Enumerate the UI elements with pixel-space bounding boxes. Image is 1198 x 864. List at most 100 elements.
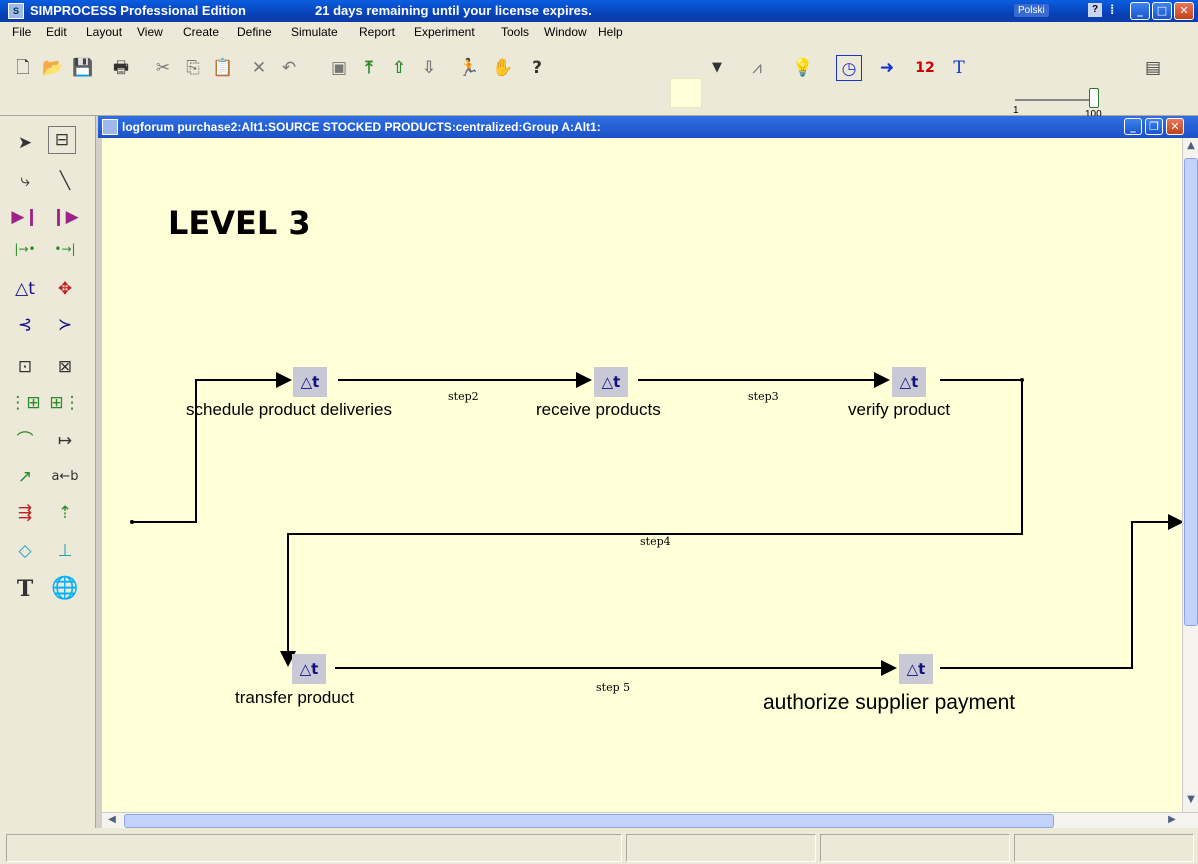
assemble-icon[interactable]: ⋮⊞ [8,388,42,418]
menu-report[interactable]: Report [359,25,395,39]
menu-window[interactable]: Window [544,25,587,39]
layout-icon[interactable]: ⊟ [48,126,76,154]
vertical-scroll-thumb[interactable] [1184,158,1198,626]
transform-icon[interactable]: ⌒ [8,426,42,456]
scroll-right-icon[interactable]: ▶ [1164,814,1180,828]
tool-palette: ➤ ⊟ ⤷ ╲ ▶❙ ❙▶ |→• •→| △t ✥ ⊰ ≻ ⊡ ⊠ ⋮⊞ ⊞⋮… [0,116,96,828]
speed-slider-min: 1 [1013,105,1019,116]
batch-icon[interactable]: ⇶ [8,498,42,528]
transfer-icon[interactable]: ↦ [48,426,82,456]
activity-label: verify product [848,400,951,419]
entry-icon[interactable]: |→• [8,234,42,264]
move-up-icon[interactable]: ⇧ [386,55,412,81]
horizontal-scroll-thumb[interactable] [124,814,1054,828]
activity-node[interactable]: △t [293,367,327,397]
chart-icon[interactable]: ⩘ [744,55,770,81]
branch-decision-icon[interactable]: ◇ [8,536,42,566]
speed-slider-knob[interactable] [1089,88,1099,108]
move-down-icon[interactable]: ⇩ [416,55,442,81]
activity-node[interactable]: △t [594,367,628,397]
menu-file[interactable]: File [12,25,31,39]
pointer-icon[interactable]: ➤ [8,128,42,158]
merge-icon[interactable]: ≻ [48,310,82,340]
unbatch-icon[interactable]: ⇡ [48,498,82,528]
activity-node[interactable]: △t [892,367,926,397]
connector-curve-icon[interactable]: ⤷ [8,166,42,196]
dropdown-arrow-icon[interactable]: ▼ [704,55,730,81]
text-style-icon[interactable]: T [946,55,972,81]
properties-icon[interactable]: ▣ [326,55,352,81]
activity-icon[interactable]: △t [8,274,42,304]
document-titlebar: logforum purchase2:Alt1:SOURCE STOCKED P… [98,116,1198,138]
menu-experiment[interactable]: Experiment [414,25,475,39]
level-title: LEVEL 3 [168,204,311,242]
doc-minimize-button[interactable]: _ [1124,118,1142,135]
exit-icon[interactable]: •→| [48,234,82,264]
speed-icon[interactable]: ➜ [874,55,900,81]
resource-free-icon[interactable]: ⊠ [48,352,82,382]
clock-icon[interactable]: ◷ [836,55,862,81]
menu-create[interactable]: Create [183,25,219,39]
doc-restore-button[interactable]: ❐ [1145,118,1163,135]
globe-icon[interactable]: 🌐 [48,574,82,604]
print-icon[interactable]: 🖶 [108,55,134,81]
help-icon[interactable]: ? [1088,3,1102,17]
menu-define[interactable]: Define [237,25,272,39]
menu-view[interactable]: View [137,25,163,39]
license-notice: 21 days remaining until your license exp… [315,3,592,18]
assign-icon[interactable]: a←b [48,462,82,492]
undo-icon[interactable]: ↶ [276,55,302,81]
resource-get-icon[interactable]: ⊡ [8,352,42,382]
fill-color-swatch[interactable] [670,78,702,108]
scroll-down-icon[interactable]: ▼ [1185,794,1197,808]
vertical-scrollbar[interactable]: ▲ ▼ [1182,138,1198,812]
grip-icon: ⁞ [1110,2,1115,17]
document-title: logforum purchase2:Alt1:SOURCE STOCKED P… [122,120,601,134]
menu-tools[interactable]: Tools [501,25,529,39]
activity-label: transfer product [235,688,355,707]
maximize-button[interactable]: □ [1152,2,1172,20]
doc-close-button[interactable]: ✕ [1166,118,1184,135]
title-bar: S SIMPROCESS Professional Edition 21 day… [0,0,1198,22]
save-icon[interactable]: 💾 [70,55,96,81]
activity-node[interactable]: △t [292,654,326,684]
start-icon[interactable]: ▶❙ [8,202,42,232]
open-folder-icon[interactable]: 📂 [40,55,66,81]
end-icon[interactable]: ❙▶ [48,202,82,232]
status-cell-3 [820,834,1010,862]
calendar-icon[interactable]: 12 [912,55,938,81]
scroll-up-icon[interactable]: ▲ [1185,140,1197,154]
menu-bar: File Edit Layout View Create Define Simu… [0,22,1198,42]
film-icon[interactable]: ▤ [1140,55,1166,81]
close-button[interactable]: ✕ [1174,2,1194,20]
split-icon[interactable]: ✥ [48,274,82,304]
menu-simulate[interactable]: Simulate [291,25,338,39]
stop-hand-icon[interactable]: ✋ [490,55,516,81]
lightbulb-icon[interactable]: 💡 [790,55,816,81]
status-bar [0,828,1198,864]
gate-icon[interactable]: ⊥ [48,536,82,566]
synchronize-icon[interactable]: ↗ [8,462,42,492]
horizontal-scrollbar[interactable]: ◀ ▶ [102,812,1198,828]
menu-help[interactable]: Help [598,25,623,39]
document-icon [102,119,118,135]
activity-node[interactable]: △t [899,654,933,684]
scroll-left-icon[interactable]: ◀ [104,814,120,828]
menu-edit[interactable]: Edit [46,25,67,39]
delete-icon[interactable]: ✕ [246,55,272,81]
disassemble-icon[interactable]: ⊞⋮ [48,388,82,418]
branch-icon[interactable]: ⊰ [8,310,42,340]
new-file-icon[interactable]: 🗋 [10,55,36,81]
speed-slider-track[interactable] [1015,99,1097,101]
move-to-top-icon[interactable]: ⤒ [356,55,382,81]
language-indicator[interactable]: Polski [1014,4,1049,17]
menu-layout[interactable]: Layout [86,25,122,39]
connector-line-icon[interactable]: ╲ [48,166,82,196]
run-icon[interactable]: 🏃 [456,55,482,81]
minimize-button[interactable]: _ [1130,2,1150,20]
copy-icon[interactable]: ⎘ [180,55,206,81]
help-cursor-icon[interactable]: ? [524,55,550,81]
cut-icon[interactable]: ✂ [150,55,176,81]
paste-icon[interactable]: 📋 [210,55,236,81]
text-icon[interactable]: T [8,574,42,604]
